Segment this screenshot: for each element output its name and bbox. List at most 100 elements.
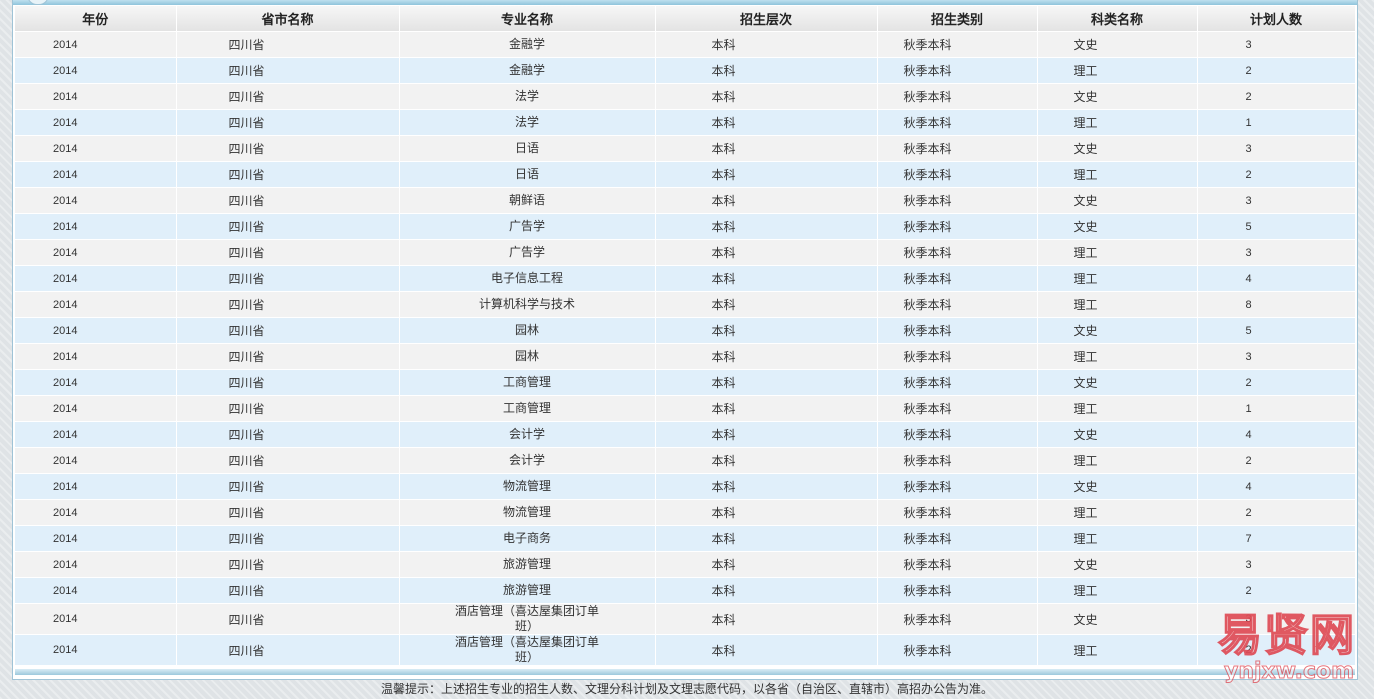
- cell-plan: 2: [1197, 161, 1356, 188]
- cell-plan: 2: [1197, 83, 1356, 110]
- cell-plan: 3: [1197, 31, 1356, 58]
- cell-level: 本科: [655, 499, 878, 526]
- cell-major: 旅游管理: [399, 577, 656, 604]
- cell-province: 四川省: [176, 109, 400, 136]
- cell-year: 2014: [15, 161, 177, 188]
- cell-plan: 3: [1197, 551, 1356, 578]
- cell-plan: 1: [1197, 109, 1356, 136]
- cell-category: 秋季本科: [877, 577, 1038, 604]
- cell-level: 本科: [655, 603, 878, 635]
- cell-province: 四川省: [176, 343, 400, 370]
- cell-level: 本科: [655, 161, 878, 188]
- cell-plan: 7: [1197, 525, 1356, 552]
- table-row: 2014 四川省 日语 本科 秋季本科 文史 3: [15, 135, 1356, 162]
- cell-plan: 2: [1197, 447, 1356, 474]
- cell-major: 酒店管理（喜达屋集团订单班）: [399, 603, 656, 635]
- header-plan[interactable]: 计划人数: [1197, 6, 1356, 32]
- header-major[interactable]: 专业名称: [399, 6, 656, 32]
- cell-plan: 2: [1197, 499, 1356, 526]
- cell-plan: 5: [1197, 213, 1356, 240]
- cell-level: 本科: [655, 239, 878, 266]
- cell-subject: 理工: [1037, 265, 1198, 292]
- table-row: 2014 四川省 法学 本科 秋季本科 理工 1: [15, 109, 1356, 136]
- cell-province: 四川省: [176, 499, 400, 526]
- cell-province: 四川省: [176, 265, 400, 292]
- cell-level: 本科: [655, 57, 878, 84]
- header-subject[interactable]: 科类名称: [1037, 6, 1198, 32]
- cell-year: 2014: [15, 57, 177, 84]
- cell-major: 电子信息工程: [399, 265, 656, 292]
- cell-subject: 文史: [1037, 187, 1198, 214]
- cell-subject: 文史: [1037, 317, 1198, 344]
- cell-year: 2014: [15, 291, 177, 318]
- cell-category: 秋季本科: [877, 603, 1038, 635]
- cell-subject: 文史: [1037, 603, 1198, 635]
- cell-level: 本科: [655, 291, 878, 318]
- cell-year: 2014: [15, 187, 177, 214]
- cell-year: 2014: [15, 265, 177, 292]
- cell-plan: 2: [1197, 57, 1356, 84]
- major-label: 园林: [514, 349, 539, 363]
- cell-plan: 2: [1197, 577, 1356, 604]
- panel-bottom-bar: [15, 669, 1355, 675]
- cell-subject: 文史: [1037, 83, 1198, 110]
- cell-level: 本科: [655, 187, 878, 214]
- cell-category: 秋季本科: [877, 447, 1038, 474]
- cell-subject: 理工: [1037, 525, 1198, 552]
- cell-category: 秋季本科: [877, 213, 1038, 240]
- cell-province: 四川省: [176, 317, 400, 344]
- header-year[interactable]: 年份: [15, 6, 177, 32]
- cell-plan: 4: [1197, 473, 1356, 500]
- panel-top-bar: [13, 0, 1357, 5]
- cell-major: 物流管理: [399, 473, 656, 500]
- cell-level: 本科: [655, 343, 878, 370]
- header-province[interactable]: 省市名称: [176, 6, 400, 32]
- cell-category: 秋季本科: [877, 551, 1038, 578]
- cell-province: 四川省: [176, 213, 400, 240]
- major-label: 旅游管理: [502, 557, 551, 571]
- table-row: 2014 四川省 工商管理 本科 秋季本科 理工 1: [15, 395, 1356, 422]
- cell-major: 日语: [399, 161, 656, 188]
- header-category[interactable]: 招生类别: [877, 6, 1038, 32]
- cell-level: 本科: [655, 135, 878, 162]
- cell-year: 2014: [15, 31, 177, 58]
- cell-plan: 2: [1197, 369, 1356, 396]
- major-label: 物流管理: [502, 479, 551, 493]
- cell-plan: 1: [1197, 395, 1356, 422]
- table-row: 2014 四川省 旅游管理 本科 秋季本科 文史 3: [15, 551, 1356, 578]
- cell-plan: 4: [1197, 421, 1356, 448]
- cell-level: 本科: [655, 525, 878, 552]
- cell-major: 工商管理: [399, 369, 656, 396]
- table-row: 2014 四川省 金融学 本科 秋季本科 文史 3: [15, 31, 1356, 58]
- cell-subject: 理工: [1037, 291, 1198, 318]
- cell-major: 朝鲜语: [399, 187, 656, 214]
- major-label: 电子商务: [502, 531, 551, 545]
- cell-subject: 文史: [1037, 421, 1198, 448]
- cell-year: 2014: [15, 343, 177, 370]
- cell-major: 物流管理: [399, 499, 656, 526]
- cell-major: 广告学: [399, 213, 656, 240]
- cell-major: 酒店管理（喜达屋集团订单班）: [399, 634, 656, 666]
- major-label: 工商管理: [502, 401, 551, 415]
- cell-year: 2014: [15, 499, 177, 526]
- cell-subject: 理工: [1037, 161, 1198, 188]
- major-label: 日语: [514, 141, 539, 155]
- cell-level: 本科: [655, 421, 878, 448]
- footer-tip: 温馨提示：上述招生专业的招生人数、文理分科计划及文理志愿代码，以各省（自治区、直…: [380, 682, 993, 696]
- cell-category: 秋季本科: [877, 499, 1038, 526]
- content-panel: 年份 省市名称 专业名称 招生层次 招生类别 科类名称 计划人数 2014 四川省…: [12, 0, 1358, 680]
- cell-subject: 文史: [1037, 551, 1198, 578]
- cell-subject: 理工: [1037, 109, 1198, 136]
- major-label: 园林: [514, 323, 539, 337]
- cell-subject: 文史: [1037, 473, 1198, 500]
- cell-year: 2014: [15, 603, 177, 635]
- table-row: 2014 四川省 朝鲜语 本科 秋季本科 文史 3: [15, 187, 1356, 214]
- cell-year: 2014: [15, 109, 177, 136]
- cell-year: 2014: [15, 213, 177, 240]
- major-label: 会计学: [508, 453, 545, 467]
- header-level[interactable]: 招生层次: [655, 6, 878, 32]
- major-label: 酒店管理（喜达屋集团订单班）: [454, 635, 599, 664]
- major-label: 旅游管理: [502, 583, 551, 597]
- table-row: 2014 四川省 园林 本科 秋季本科 理工 3: [15, 343, 1356, 370]
- cell-province: 四川省: [176, 603, 400, 635]
